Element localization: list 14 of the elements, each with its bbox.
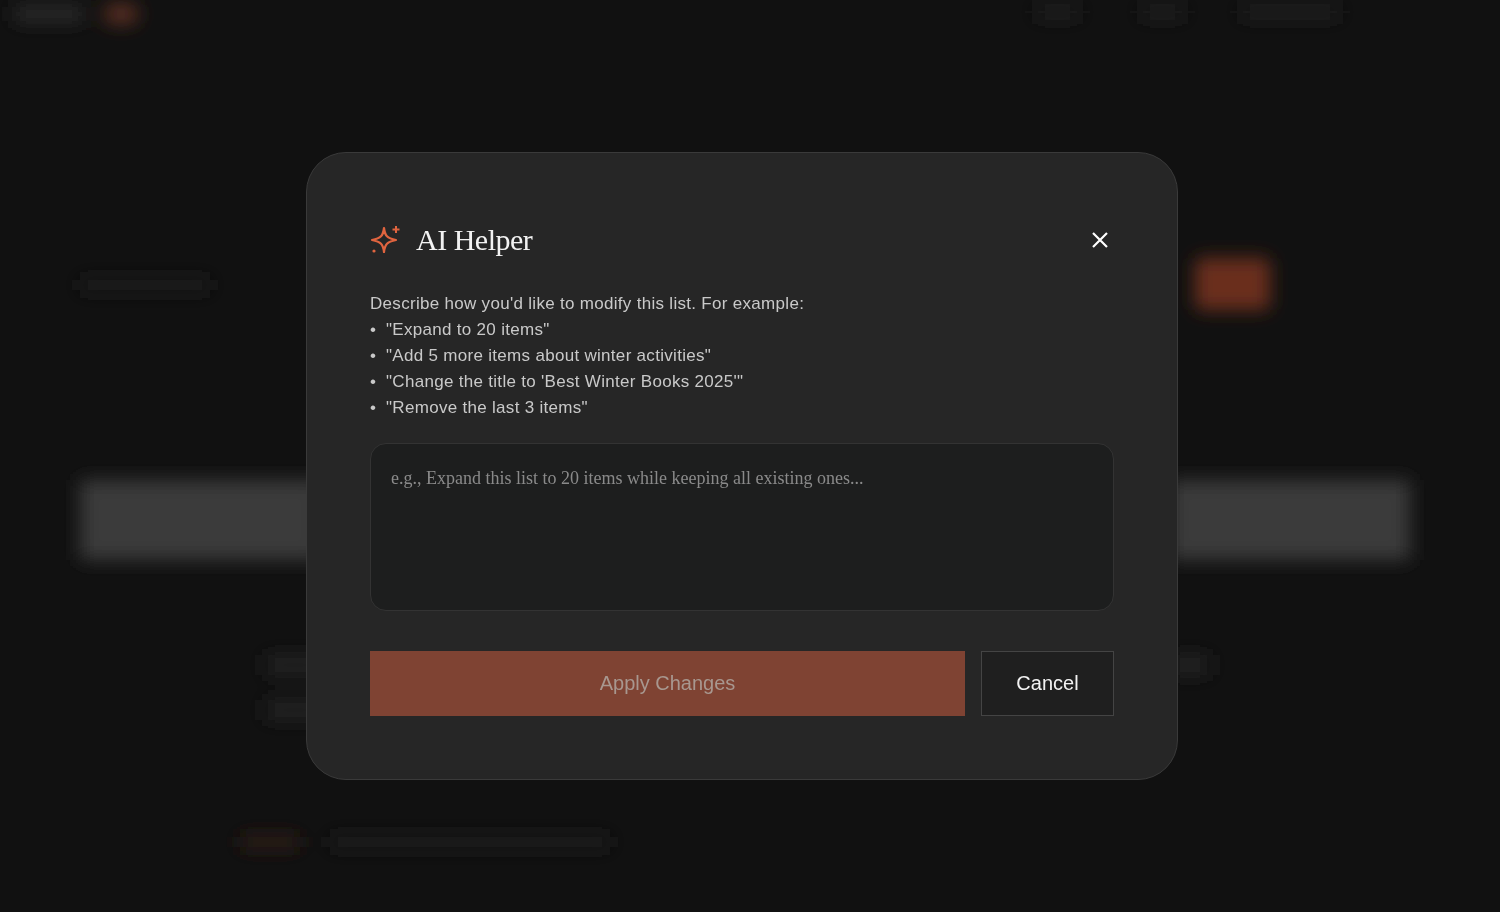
description-text: Describe how you'd like to modify this list. For example: xyxy=(370,293,806,315)
cancel-button[interactable]: Cancel xyxy=(981,651,1114,716)
bullet: • xyxy=(370,397,378,419)
sparkle-icon xyxy=(370,224,402,256)
close-icon xyxy=(1090,230,1110,250)
bullet: • xyxy=(370,345,378,367)
example-text: "Change the title to 'Best Winter Books 2025'" xyxy=(386,371,744,393)
example-text: "Add 5 more items about winter activities" xyxy=(386,345,712,367)
example-text: "Remove the last 3 items" xyxy=(386,397,588,419)
bullet: • xyxy=(370,319,378,341)
prompt-field[interactable]: e.g., Expand this list to 20 items while keeping all existing ones... xyxy=(370,443,1114,611)
example-text: "Expand to 20 items" xyxy=(386,319,550,341)
bullet: • xyxy=(370,371,378,393)
dialog-title: AI Helper xyxy=(416,223,534,257)
